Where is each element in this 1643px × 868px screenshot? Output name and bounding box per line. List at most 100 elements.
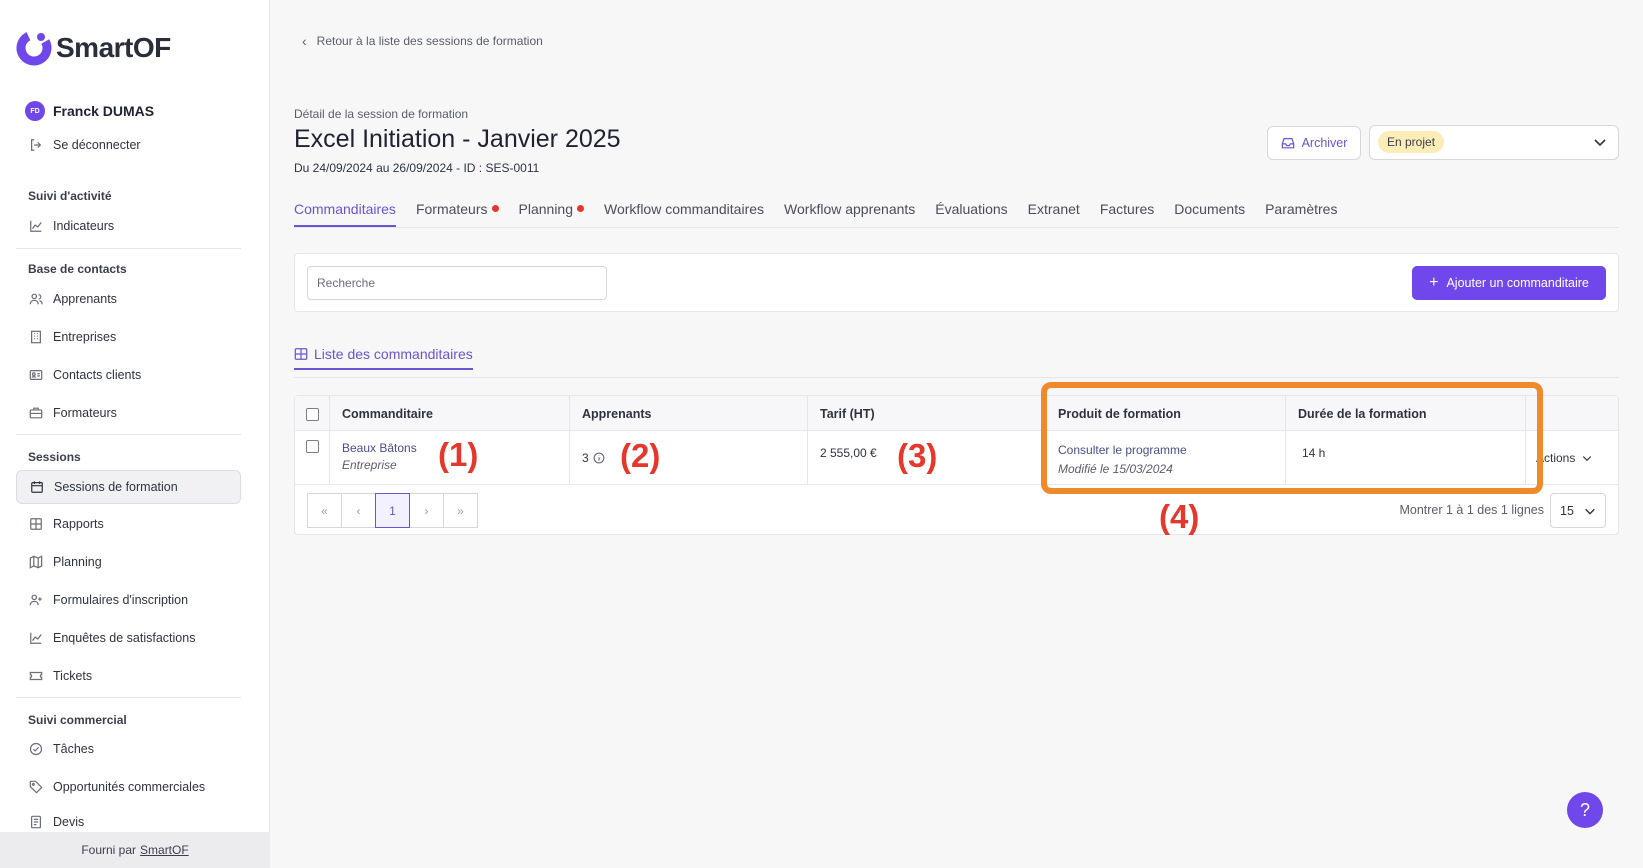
sidebar-item-opportunites[interactable]: Opportunités commerciales — [16, 771, 241, 803]
page-button-current[interactable]: 1 — [375, 493, 410, 528]
tab-label: Workflow commanditaires — [604, 201, 765, 217]
section-title-commercial: Suivi commercial — [28, 713, 127, 727]
user-profile[interactable]: FD Franck DUMAS — [25, 101, 154, 121]
list-tab-label: Liste des commanditaires — [314, 346, 473, 362]
row-checkbox[interactable] — [306, 440, 319, 453]
sidebar-item-rapports[interactable]: Rapports — [16, 508, 241, 540]
user-name: Franck DUMAS — [53, 103, 155, 119]
status-select[interactable]: En projet — [1369, 125, 1619, 160]
logout-link[interactable]: Se déconnecter — [16, 129, 241, 161]
prev-page-button[interactable]: ‹ — [341, 493, 376, 528]
inbox-icon — [1281, 136, 1295, 150]
session-dates: Du 24/09/2024 au 26/09/2024 - ID : SES-0… — [294, 161, 540, 175]
tab-label: Commanditaires — [294, 201, 396, 217]
back-link[interactable]: ‹ Retour à la liste des sessions de form… — [302, 33, 543, 49]
annotation-2: (2) — [620, 437, 661, 474]
section-title-sessions: Sessions — [28, 450, 81, 464]
first-page-button[interactable]: « — [307, 493, 342, 528]
sidebar-item-planning[interactable]: Planning — [16, 546, 241, 578]
sidebar-item-label: Rapports — [53, 517, 104, 531]
divider — [16, 434, 241, 435]
sidebar-item-tickets[interactable]: Tickets — [16, 660, 241, 692]
tab-bar: Commanditaires Formateurs Planning Workf… — [294, 201, 1619, 228]
sidebar-item-entreprises[interactable]: Entreprises — [16, 321, 241, 353]
tab-liste-commanditaires[interactable]: Liste des commanditaires — [294, 346, 473, 370]
tab-commanditaires[interactable]: Commanditaires — [294, 201, 396, 227]
tab-workflow-commanditaires[interactable]: Workflow commanditaires — [604, 201, 764, 227]
archive-button[interactable]: Archiver — [1267, 126, 1361, 160]
tab-label: Formateurs — [415, 201, 488, 217]
sidebar-item-label: Indicateurs — [53, 219, 115, 233]
per-page-select[interactable]: 15 — [1550, 493, 1606, 528]
tab-parametres[interactable]: Paramètres — [1265, 201, 1337, 227]
table-icon — [29, 517, 43, 531]
select-all-checkbox[interactable] — [306, 408, 319, 421]
sidebar-item-apprenants[interactable]: Apprenants — [16, 283, 241, 315]
last-page-button[interactable]: » — [443, 493, 478, 528]
tab-formateurs[interactable]: Formateurs — [416, 201, 499, 227]
select-all-cell — [295, 396, 329, 431]
sidebar-item-label: Devis — [53, 815, 85, 829]
sidebar-item-formateurs[interactable]: Formateurs — [16, 397, 241, 429]
logo[interactable]: SmartOF — [16, 30, 171, 66]
tab-workflow-apprenants[interactable]: Workflow apprenants — [784, 201, 915, 227]
page-sub-label: Détail de la session de formation — [294, 107, 469, 121]
logout-label: Se déconnecter — [53, 138, 141, 152]
annotation-1: (1) — [438, 436, 479, 473]
tab-planning[interactable]: Planning — [519, 201, 585, 227]
back-label: Retour à la liste des sessions de format… — [316, 34, 543, 48]
map-icon — [29, 555, 43, 569]
tab-evaluations[interactable]: Évaluations — [935, 201, 1007, 227]
tab-documents[interactable]: Documents — [1174, 201, 1245, 227]
page-title: Excel Initiation - Janvier 2025 — [294, 125, 621, 153]
sidebar-item-enquetes[interactable]: Enquêtes de satisfactions — [16, 622, 241, 654]
sidebar-item-label: Entreprises — [53, 330, 117, 344]
sidebar-item-sessions-formation[interactable]: Sessions de formation — [16, 470, 241, 504]
notification-dot — [577, 205, 585, 212]
sidebar-item-formulaires[interactable]: Formulaires d'inscription — [16, 584, 241, 616]
sidebar-item-contacts-clients[interactable]: Contacts clients — [16, 359, 241, 391]
footer-link[interactable]: SmartOF — [140, 843, 189, 857]
plus-icon: + — [1429, 274, 1439, 291]
ticket-icon — [29, 669, 43, 683]
sidebar-item-label: Enquêtes de satisfactions — [53, 631, 196, 645]
annotation-4: (4) — [1159, 498, 1200, 535]
sidebar-item-indicateurs[interactable]: Indicateurs — [16, 210, 241, 242]
chart-icon — [29, 631, 43, 645]
archive-label: Archiver — [1301, 136, 1348, 150]
tab-label: Planning — [518, 201, 574, 217]
user-plus-icon — [29, 593, 43, 607]
highlight-box — [1041, 382, 1543, 494]
sidebar-item-label: Sessions de formation — [54, 480, 178, 494]
info-icon[interactable] — [593, 452, 605, 464]
column-header-apprenants[interactable]: Apprenants — [569, 396, 807, 431]
chart-icon — [29, 219, 43, 233]
column-header-commanditaire[interactable]: Commanditaire — [329, 396, 569, 431]
footer-prefix: Fourni par — [81, 843, 137, 857]
tab-factures[interactable]: Factures — [1100, 201, 1154, 227]
divider — [294, 377, 1619, 378]
annotation-3: (3) — [897, 437, 938, 474]
add-commanditaire-button[interactable]: + Ajouter un commanditaire — [1412, 266, 1606, 300]
column-header-tarif[interactable]: Tarif (HT) — [807, 396, 1045, 431]
next-page-button[interactable]: › — [409, 493, 444, 528]
tab-extranet[interactable]: Extranet — [1028, 201, 1080, 227]
chevron-left-icon: ‹ — [302, 33, 307, 49]
section-title-activity: Suivi d'activité — [28, 189, 112, 203]
divider — [16, 248, 241, 249]
notification-dot — [491, 205, 499, 212]
cell-apprenants: 3 — [569, 431, 807, 485]
per-page-value: 15 — [1560, 503, 1574, 518]
sidebar-item-label: Contacts clients — [53, 368, 142, 382]
smartof-logo-icon — [16, 30, 52, 66]
avatar: FD — [25, 101, 45, 121]
help-button[interactable]: ? — [1567, 792, 1603, 828]
briefcase-icon — [29, 406, 43, 420]
logo-text: SmartOF — [56, 32, 171, 63]
search-input[interactable] — [307, 266, 607, 300]
sidebar-item-taches[interactable]: Tâches — [16, 733, 241, 765]
tab-label: Documents — [1174, 201, 1246, 217]
pagination: « ‹ 1 › » — [307, 493, 478, 528]
sidebar-item-label: Tickets — [53, 669, 93, 683]
check-circle-icon — [29, 742, 43, 756]
